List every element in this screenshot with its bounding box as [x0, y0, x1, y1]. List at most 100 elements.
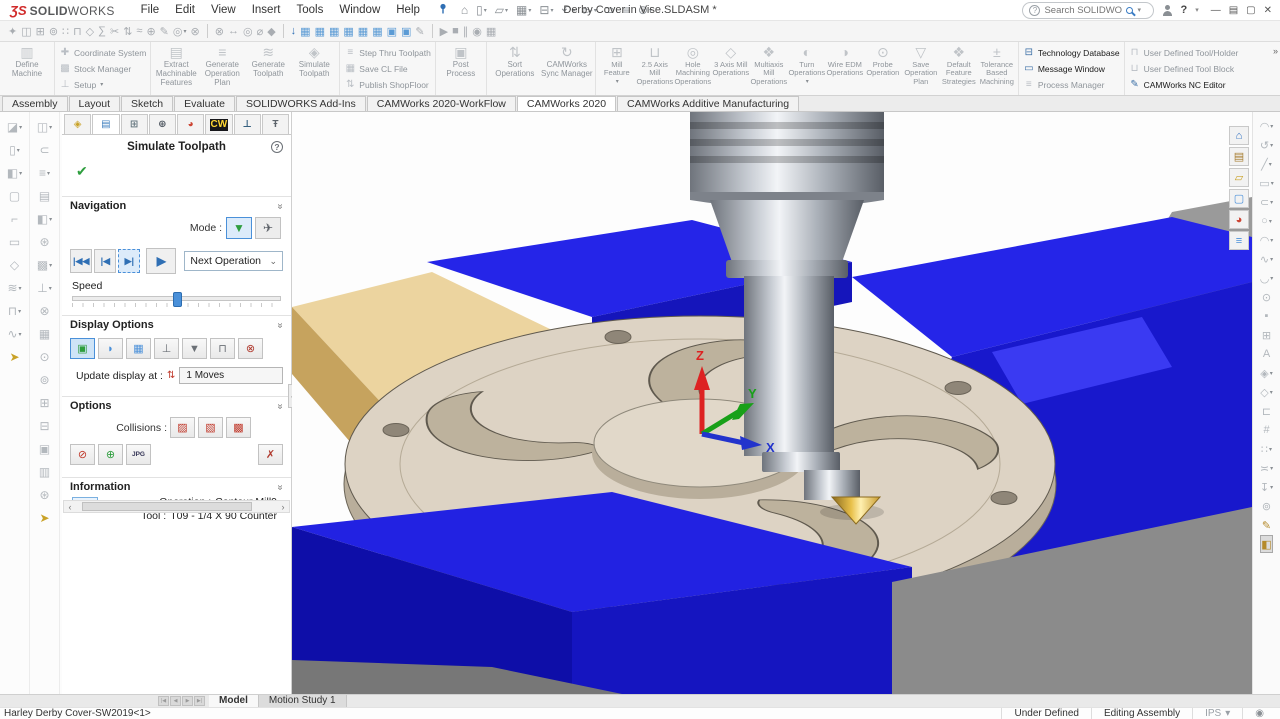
setup-button[interactable]: ⊥Setup▾: [59, 77, 146, 92]
arc-icon[interactable]: ◠▾: [1260, 232, 1274, 248]
featuremanager-tab[interactable]: ◈: [64, 114, 91, 134]
design-library-tab[interactable]: ▤: [1229, 147, 1249, 166]
command-tab[interactable]: Layout: [69, 96, 121, 111]
equations-icon[interactable]: ∑: [96, 22, 108, 40]
probe-node-icon[interactable]: ⊙: [39, 348, 49, 366]
stock-manager-button[interactable]: ▩Stock Manager: [59, 61, 146, 76]
tool-shank[interactable]: [804, 470, 860, 500]
hole-machining-operations-button[interactable]: ◎Hole Machining Operations: [674, 42, 712, 95]
block2-icon[interactable]: ⊟: [39, 417, 49, 435]
collapse-chevron-icon[interactable]: «: [275, 484, 286, 490]
smart-dimension-icon[interactable]: ↧▾: [1260, 479, 1273, 495]
user-defined-tool-holder-button[interactable]: ⊓User Defined Tool/Holder: [1129, 45, 1239, 60]
machine-node-icon[interactable]: ◧▾: [37, 210, 52, 228]
annotations-icon[interactable]: ▯▾: [9, 141, 20, 159]
history-icon[interactable]: ∿▾: [7, 325, 21, 343]
component-pattern-icon[interactable]: ∷: [60, 22, 71, 40]
login-user-icon[interactable]: [1162, 5, 1172, 16]
collapse-chevron-icon[interactable]: «: [275, 403, 286, 409]
search-icon[interactable]: [1126, 7, 1133, 14]
command-tab[interactable]: Assembly: [2, 96, 68, 111]
25-axis-mill-operations-button[interactable]: ⊔2.5 Axis Mill Operations: [636, 42, 674, 95]
simulate-toolpath-button[interactable]: ◈Simulate Toolpath: [291, 42, 337, 95]
home-icon[interactable]: ⌂: [458, 1, 471, 19]
collapse-chevron-icon[interactable]: «: [275, 203, 286, 209]
gears-icon[interactable]: ⊛: [39, 233, 49, 251]
appearance-icon[interactable]: ◎▾: [171, 22, 189, 40]
open-icon[interactable]: ▱▾: [492, 1, 511, 19]
rectangle-icon[interactable]: ▭▾: [1259, 175, 1273, 191]
stock-node-icon[interactable]: ▤: [39, 187, 50, 205]
feature-tree-icon[interactable]: ≡▾: [39, 164, 50, 182]
sensors-icon[interactable]: ⊓▾: [8, 302, 21, 320]
tolerance-based-machining-button[interactable]: ±Tolerance Based Machining: [978, 42, 1016, 95]
assembly-features-icon[interactable]: ≈: [134, 22, 144, 40]
mill-setup-icon[interactable]: ▩▾: [37, 256, 52, 274]
spindle-shaft[interactable]: [744, 276, 834, 456]
display-relations-icon[interactable]: ⊚: [1262, 498, 1271, 514]
save-simulation-button[interactable]: ⊕: [98, 444, 123, 465]
reference-geometry-icon[interactable]: ⊕: [144, 22, 157, 40]
view-cube-4-icon[interactable]: ▦: [341, 22, 355, 40]
custom-properties-tab[interactable]: ≡: [1229, 231, 1249, 250]
dimxpertmanager-tab[interactable]: ⊕: [149, 114, 176, 134]
menu-item[interactable]: Help: [388, 2, 428, 18]
show-chuck-button[interactable]: ⊓: [210, 338, 235, 359]
step-forward-button[interactable]: ▶|: [118, 249, 140, 273]
mass-properties-icon[interactable]: ◆: [265, 22, 277, 40]
window-split-button[interactable]: ▤: [1225, 5, 1242, 16]
display-options-header[interactable]: Display Options «: [62, 315, 291, 333]
pause-at-collision-button[interactable]: ▧: [198, 417, 223, 438]
clearance-verify-icon[interactable]: ↔: [226, 22, 241, 40]
convert-entities-icon[interactable]: ◇▾: [1260, 384, 1272, 400]
view-cube-7-icon[interactable]: ▣: [385, 22, 399, 40]
measure-icon[interactable]: ⌀: [255, 22, 266, 40]
tab-scroll-next[interactable]: ▶: [182, 696, 193, 706]
hide-tool-button[interactable]: ⊘: [70, 444, 95, 465]
command-tab[interactable]: CAMWorks Additive Manufacturing: [617, 96, 799, 111]
ok-button[interactable]: ✔: [76, 163, 88, 180]
report-collision-button[interactable]: ▩: [226, 417, 251, 438]
command-tab[interactable]: Evaluate: [174, 96, 235, 111]
block1-icon[interactable]: ⊞: [39, 394, 49, 412]
offset-entities-icon[interactable]: ⊏: [1262, 403, 1271, 419]
play-button[interactable]: ▶: [146, 248, 176, 274]
user-defined-tool-block-button[interactable]: ⊔User Defined Tool Block: [1129, 61, 1239, 76]
show-target-part-button[interactable]: ◗: [98, 338, 123, 359]
tab-scroll-last[interactable]: ▶|: [194, 696, 205, 706]
go-to-start-button[interactable]: |◀◀: [70, 249, 92, 273]
model-tab[interactable]: Model: [209, 695, 259, 707]
update-spinner-icon[interactable]: ⇅: [167, 370, 175, 381]
fillet-icon[interactable]: ◠▾: [1260, 118, 1274, 134]
turn-operations-button[interactable]: ◐Turn Operations▾: [788, 42, 826, 95]
save-image-button[interactable]: JPG: [126, 444, 151, 465]
generate-toolpath-button[interactable]: ≋Generate Toolpath: [245, 42, 291, 95]
gear2-icon[interactable]: ⊛: [39, 486, 49, 504]
point-icon[interactable]: ⊙: [1262, 289, 1271, 305]
assembly-node-icon[interactable]: ◧▾: [7, 164, 22, 182]
plane-tool-icon[interactable]: ⊞: [1262, 327, 1271, 343]
displaymanager-tab[interactable]: ◕: [177, 114, 204, 134]
command-tab[interactable]: CAMWorks 2020-WorkFlow: [367, 96, 516, 111]
snapshot-icon[interactable]: ▦: [484, 22, 498, 40]
tab-scroll-prev[interactable]: ◀: [170, 696, 181, 706]
information-header[interactable]: Information «: [62, 477, 291, 495]
configurationmanager-tab[interactable]: ⊞: [121, 114, 148, 134]
line-icon[interactable]: ╱▾: [1261, 156, 1272, 172]
plane-icon[interactable]: ▢: [9, 187, 20, 205]
view-cube-3-icon[interactable]: ▦: [327, 22, 341, 40]
tool-holder[interactable]: [762, 452, 840, 472]
vise-base-icon[interactable]: ⌐: [11, 210, 18, 228]
save-icon[interactable]: ▦▾: [513, 1, 534, 19]
units-selector[interactable]: IPS ▾: [1192, 708, 1242, 719]
ellipse-icon[interactable]: ◡▾: [1260, 270, 1274, 286]
menu-item[interactable]: Tools: [288, 2, 331, 18]
camworks-nc-editor-button[interactable]: ✎CAMWorks NC Editor: [1129, 77, 1239, 92]
camworks-sync-manager-button[interactable]: ↻CAMWorks Sync Manager: [541, 42, 593, 95]
edit-component-icon[interactable]: ◫: [19, 22, 33, 40]
menu-item[interactable]: File: [133, 2, 168, 18]
stop-at-collision-button[interactable]: ▨: [170, 417, 195, 438]
view-cube-6-icon[interactable]: ▦: [370, 22, 384, 40]
pause-icon[interactable]: ∥: [461, 22, 471, 40]
record-icon[interactable]: ◉: [470, 22, 484, 40]
